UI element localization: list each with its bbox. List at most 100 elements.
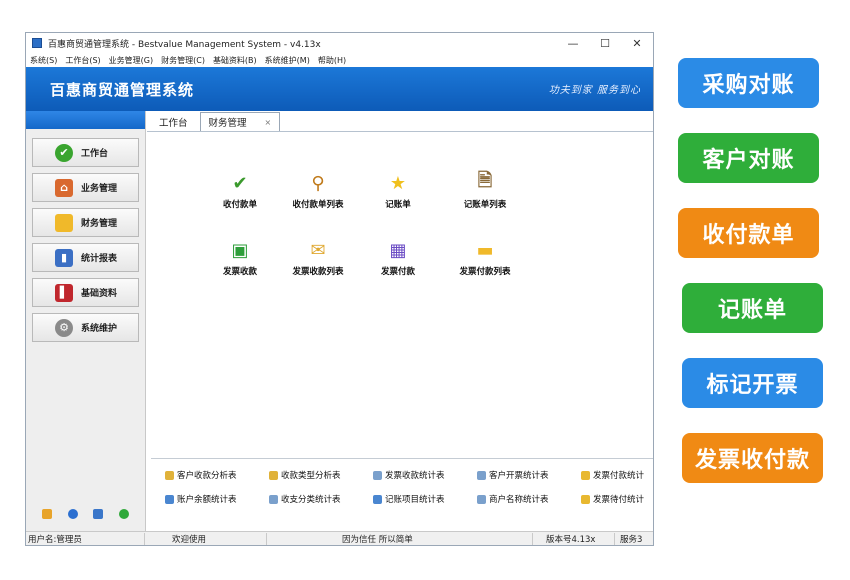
maximize-button[interactable]: ☐ [589, 33, 621, 53]
magnifier-icon: ⚲ [311, 172, 325, 194]
tab-finance[interactable]: 财务管理 × [199, 112, 281, 131]
report-link[interactable]: 收支分类统计表 [269, 493, 341, 505]
report-link[interactable]: 发票收款统计表 [373, 469, 445, 481]
envelope-search-icon: ✉ [310, 239, 326, 261]
pill-journal[interactable]: 记账单 [682, 283, 823, 333]
function-label: 收付款单 [222, 200, 257, 210]
sidebar-item-workbench[interactable]: ✔ 工作台 [32, 138, 139, 167]
report-label: 账户余额统计表 [177, 495, 237, 505]
pill-mark-invoice[interactable]: 标记开票 [682, 358, 823, 408]
report-label: 发票待付统计 [593, 495, 645, 505]
sidebar-item-basic-data[interactable]: ▌ 基础资料 [32, 278, 139, 307]
pill-invoice-receipt-payment[interactable]: 发票收付款 [682, 433, 823, 483]
table-icon [373, 494, 382, 504]
function-label: 发票收款列表 [292, 267, 344, 277]
star-icon: ★ [389, 172, 407, 194]
menu-help[interactable]: 帮助(H) [314, 55, 350, 66]
app-icon [32, 38, 42, 48]
sidebar-item-reports[interactable]: ▮ 统计报表 [32, 243, 139, 272]
report-link[interactable]: 发票付款统计 [581, 469, 644, 481]
clock-icon[interactable] [67, 509, 78, 519]
pill-customer-reconcile[interactable]: 客户对账 [678, 133, 819, 183]
app-window: 百惠商贸通管理系统 - Bestvalue Management System … [25, 32, 654, 546]
report-label: 发票付款统计 [593, 471, 645, 481]
status-bar: 用户名:管理员 欢迎使用 因为信任 所以简单 版本号4.13x 服务3 [26, 531, 653, 545]
folder-icon [55, 213, 73, 232]
tab-strip: 工作台 财务管理 × [147, 112, 281, 131]
search-icon [269, 494, 278, 504]
menu-finance[interactable]: 财务管理(C) [157, 55, 209, 66]
status-version: 版本号4.13x [546, 535, 596, 545]
status-divider [532, 533, 533, 545]
report-label: 客户开票统计表 [489, 471, 549, 481]
edit-icon[interactable] [41, 509, 52, 519]
report-link[interactable]: 记账项目统计表 [373, 493, 445, 505]
folder-chart-icon [269, 470, 278, 480]
status-motto: 因为信任 所以简单 [342, 535, 413, 545]
app-slogan: 功夫到家 服务到心 [548, 85, 641, 96]
menu-workbench[interactable]: 工作台(S) [61, 55, 104, 66]
window-title: 百惠商贸通管理系统 - Bestvalue Management System … [48, 39, 321, 50]
menu-basic-data[interactable]: 基础资料(B) [209, 55, 261, 66]
function-invoice-receipt-list[interactable]: ✉ 发票收款列表 [283, 239, 353, 278]
report-link[interactable]: 账户余额统计表 [165, 493, 237, 505]
report-link[interactable]: 客户收款分析表 [165, 469, 237, 481]
function-receipt-payment[interactable]: ✔ 收付款单 [205, 172, 275, 211]
sidebar: ✔ 工作台 ⌂ 业务管理 财务管理 ▮ 统计报表 ▌ 基础资料 ⚙ 系统维护 [26, 111, 146, 533]
menu-system[interactable]: 系统(S) [26, 55, 61, 66]
report-label: 发票收款统计表 [385, 471, 445, 481]
menu-business[interactable]: 业务管理(G) [105, 55, 157, 66]
search-icon [373, 470, 382, 480]
table-icon [165, 494, 174, 504]
power-icon[interactable] [119, 509, 130, 519]
tab-close-icon[interactable]: × [265, 118, 272, 127]
report-link[interactable]: 收款类型分析表 [269, 469, 341, 481]
coin-icon [581, 494, 590, 504]
function-invoice-payment[interactable]: ▦ 发票付款 [363, 239, 433, 278]
sidebar-item-label: 财务管理 [81, 219, 118, 229]
function-invoice-receipt[interactable]: ▣ 发票收款 [205, 239, 275, 278]
function-invoice-payment-list[interactable]: ▬ 发票付款列表 [450, 239, 520, 278]
function-label: 收付款单列表 [292, 200, 344, 210]
house-icon: ⌂ [55, 178, 73, 197]
close-button[interactable]: ✕ [621, 33, 653, 53]
report-label: 商户名称统计表 [489, 495, 549, 505]
pill-purchase-reconcile[interactable]: 采购对账 [678, 58, 819, 108]
status-welcome: 欢迎使用 [172, 535, 207, 545]
cubes-icon: ▦ [389, 239, 407, 261]
sidebar-item-business[interactable]: ⌂ 业务管理 [32, 173, 139, 202]
status-user: 用户名:管理员 [28, 535, 82, 545]
tab-workbench[interactable]: 工作台 [151, 113, 196, 131]
document-search-icon: 🗎 [477, 170, 493, 191]
checkmark-icon: ✔ [232, 172, 248, 194]
pill-receipt-payment[interactable]: 收付款单 [678, 208, 819, 258]
function-receipt-payment-list[interactable]: ⚲ 收付款单列表 [283, 172, 353, 211]
status-divider [266, 533, 267, 545]
function-label: 发票收款 [222, 267, 257, 277]
function-label: 发票付款 [380, 267, 415, 277]
status-divider [614, 533, 615, 545]
search-icon [477, 494, 486, 504]
sidebar-item-label: 基础资料 [81, 289, 118, 299]
function-label: 记账单列表 [463, 200, 507, 210]
function-label: 发票付款列表 [459, 267, 511, 277]
folder-icon: ▬ [476, 239, 494, 261]
app-title: 百惠商贸通管理系统 [50, 80, 195, 99]
function-label: 记账单 [385, 200, 411, 210]
bar-chart-icon: ▮ [55, 248, 73, 267]
function-journal[interactable]: ★ 记账单 [363, 172, 433, 211]
function-journal-list[interactable]: 🗎 记账单列表 [450, 170, 520, 210]
sidebar-item-finance[interactable]: 财务管理 [32, 208, 139, 237]
search-icon[interactable] [93, 509, 104, 519]
header-banner: 百惠商贸通管理系统 功夫到家 服务到心 [26, 67, 653, 111]
report-link[interactable]: 商户名称统计表 [477, 493, 549, 505]
minimize-button[interactable]: — [557, 33, 589, 53]
report-link[interactable]: 客户开票统计表 [477, 469, 549, 481]
sidebar-header [26, 111, 145, 129]
report-label: 收款类型分析表 [281, 471, 341, 481]
report-link[interactable]: 发票待付统计 [581, 493, 644, 505]
report-label: 收支分类统计表 [281, 495, 341, 505]
sidebar-item-maintenance[interactable]: ⚙ 系统维护 [32, 313, 139, 342]
menu-bar: 系统(S) 工作台(S) 业务管理(G) 财务管理(C) 基础资料(B) 系统维… [26, 53, 653, 67]
menu-maintenance[interactable]: 系统维护(M) [261, 55, 314, 66]
